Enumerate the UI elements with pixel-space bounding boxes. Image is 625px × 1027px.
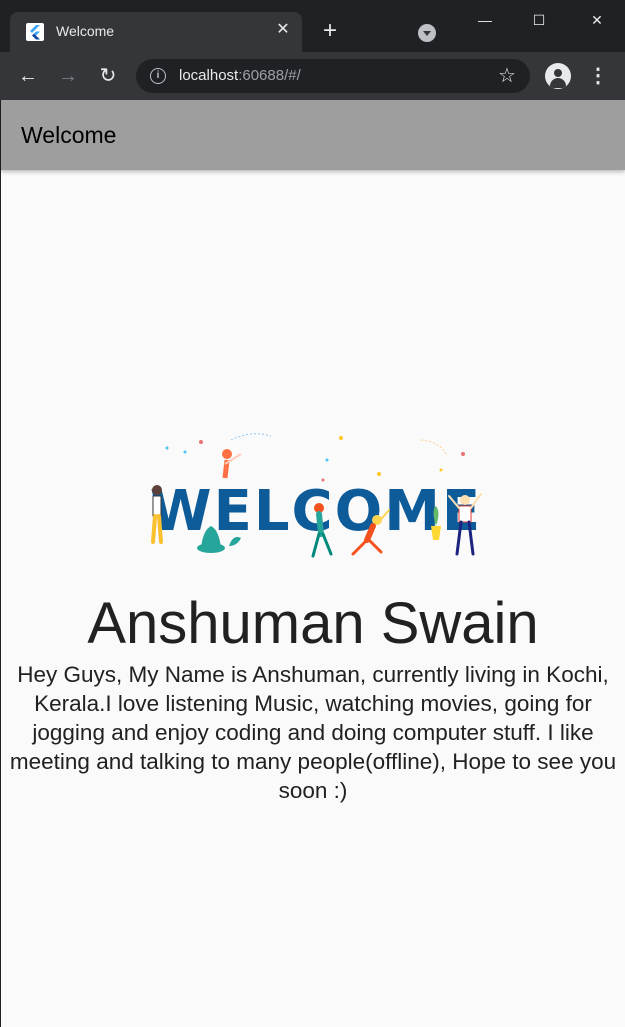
url-host: localhost (179, 67, 239, 84)
url-text: localhost:60688/#/ (179, 67, 301, 84)
reload-icon[interactable]: ↻ (96, 64, 120, 88)
app-bar: Welcome (1, 100, 625, 170)
back-icon[interactable]: ← (16, 64, 40, 88)
maximize-button[interactable]: ☐ (516, 6, 562, 34)
info-icon[interactable]: i (150, 68, 166, 84)
profile-name: Anshuman Swain (87, 591, 539, 656)
browser-tab[interactable]: Welcome ✕ (10, 12, 302, 52)
address-bar[interactable]: i localhost:60688/#/ ☆ (136, 59, 530, 93)
profile-avatar-icon[interactable] (545, 63, 571, 89)
flutter-icon (26, 23, 44, 41)
minimize-button[interactable]: — (462, 6, 508, 34)
app-bar-title: Welcome (21, 122, 117, 148)
bookmark-star-icon[interactable]: ☆ (498, 64, 516, 88)
window-close-button[interactable]: ✕ (574, 6, 620, 34)
new-tab-button[interactable]: + (318, 19, 342, 44)
url-path: :60688/#/ (238, 67, 301, 84)
browser-menu-icon[interactable]: ⋮ (588, 64, 608, 88)
tab-close-icon[interactable]: ✕ (274, 21, 292, 39)
browser-chrome: Welcome ✕ + — ☐ ✕ ← → ↻ i localhost:6068… (0, 0, 625, 100)
tab-title: Welcome (56, 23, 115, 39)
forward-icon[interactable]: → (56, 64, 80, 88)
browser-toolbar: ← → ↻ i localhost:60688/#/ ☆ ⋮ (0, 52, 625, 100)
welcome-illustration: WELCOME (141, 430, 491, 565)
tab-search-icon[interactable] (418, 24, 436, 42)
page-viewport: Welcome WELCOME Anshuman Swain Hey Guys,… (1, 100, 625, 1027)
profile-bio: Hey Guys, My Name is Anshuman, currently… (9, 662, 617, 803)
